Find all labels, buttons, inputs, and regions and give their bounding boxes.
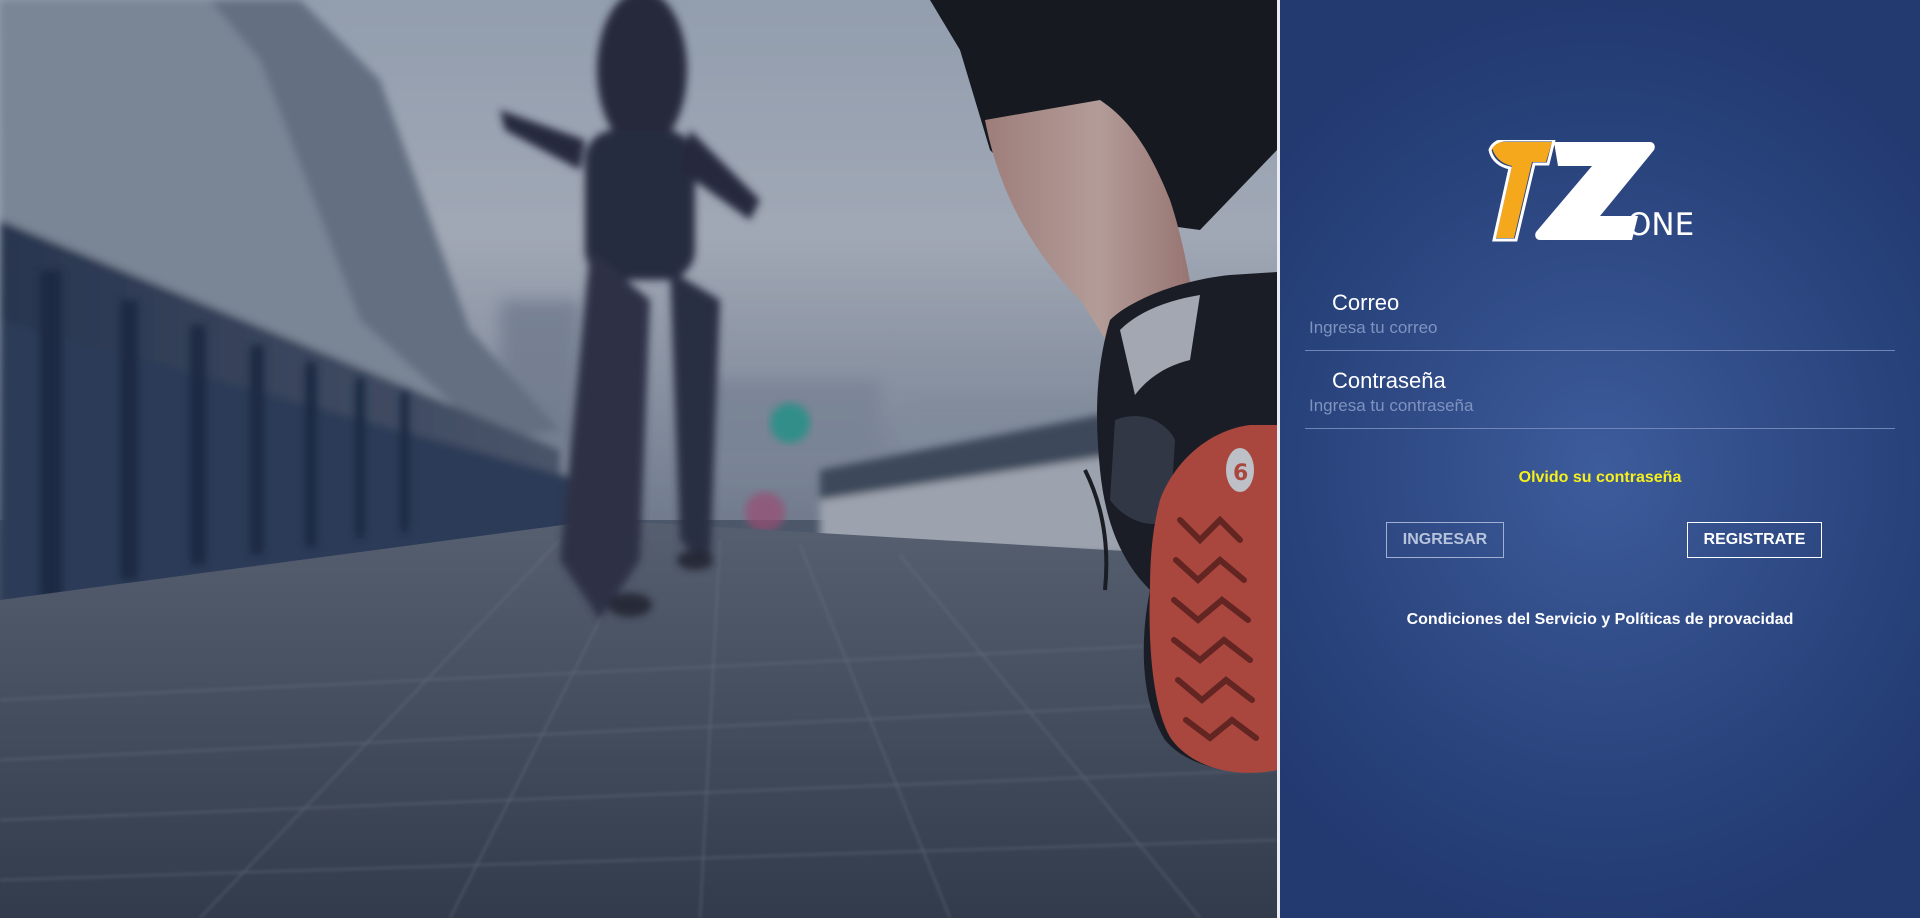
password-label: Contraseña bbox=[1332, 368, 1446, 393]
forgot-password-link[interactable]: Olvido su contraseña bbox=[1280, 469, 1920, 487]
register-button[interactable]: REGISTRATE bbox=[1687, 522, 1822, 558]
login-panel: ONE Correo Contraseña Olvido su contrase… bbox=[1280, 0, 1920, 918]
password-field: Contraseña bbox=[1305, 362, 1895, 429]
login-button[interactable]: INGRESAR bbox=[1386, 522, 1504, 558]
email-label: Correo bbox=[1332, 290, 1400, 315]
hero-illustration: 6 bbox=[0, 0, 1277, 918]
hero-photo: 6 bbox=[0, 0, 1277, 918]
terms-link[interactable]: Condiciones del Servicio y Políticas de … bbox=[1280, 611, 1920, 629]
email-input[interactable] bbox=[1309, 316, 1869, 340]
login-page: 6 ONE Correo Contraseña bbox=[0, 0, 1920, 918]
password-input[interactable] bbox=[1309, 394, 1869, 418]
logo-suffix-text: ONE bbox=[1627, 207, 1695, 243]
email-field: Correo bbox=[1305, 284, 1895, 351]
